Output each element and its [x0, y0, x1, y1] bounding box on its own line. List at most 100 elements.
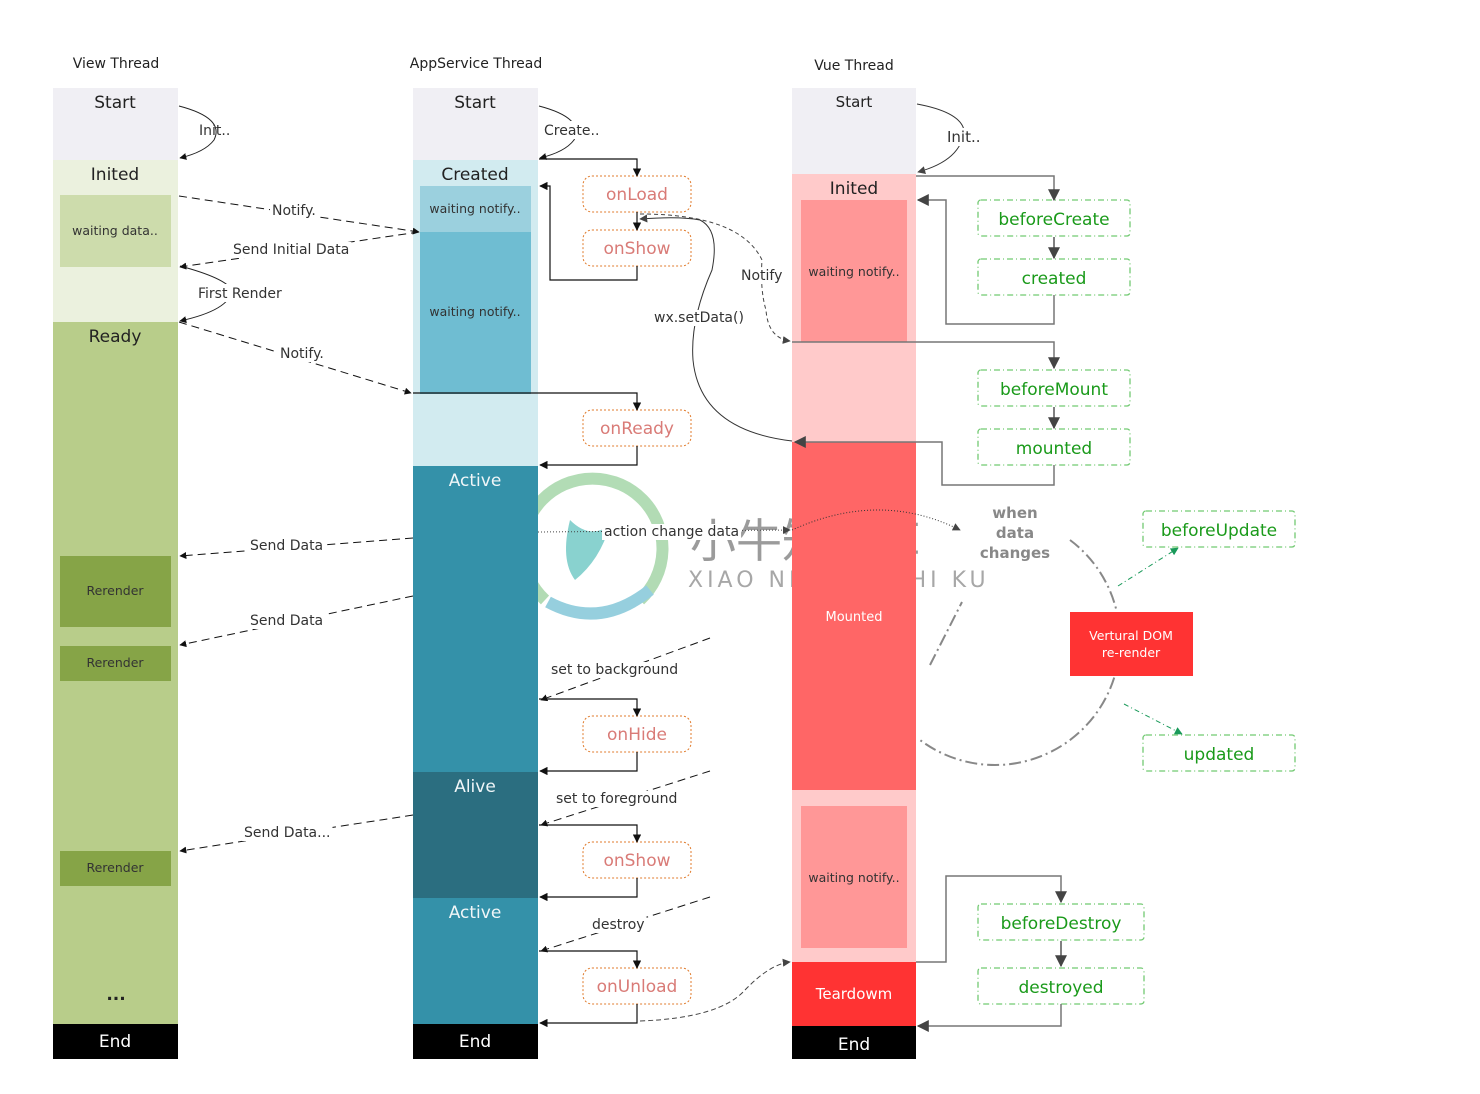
- vue-hook-label: updated: [1184, 745, 1255, 765]
- hook-label: onHide: [607, 725, 667, 745]
- app-start-label: Start: [454, 93, 496, 113]
- view-inited-label: Inited: [91, 165, 139, 185]
- vue-hook-before-destroy: beforeDestroy: [977, 903, 1145, 941]
- message-label-text: wx.setData(): [654, 310, 744, 326]
- onload-connector: [539, 158, 642, 177]
- vue-hook-mounted: mounted: [977, 428, 1131, 466]
- notify-label: Notify.: [270, 203, 318, 219]
- send-data-label: Send Data: [248, 613, 326, 629]
- set-to-foreground-label: set to foreground: [554, 791, 680, 807]
- destroy-label: destroy: [590, 917, 647, 933]
- vue-hook-before-update: beforeUpdate: [1142, 510, 1296, 548]
- data-label: data: [996, 524, 1034, 542]
- hook-onhide: onHide: [582, 715, 692, 753]
- onhide-return-connector: [539, 752, 638, 776]
- app-active-label: Active: [449, 903, 502, 923]
- message-label-text: Send Data: [250, 613, 323, 629]
- vdom-label-2: re-render: [1102, 645, 1161, 660]
- vue-inited-label: Inited: [830, 179, 878, 199]
- vue-waiting-label: waiting notify..: [808, 870, 899, 885]
- destroyed-return-connector: [916, 1004, 1062, 1032]
- app-create-label: Create..: [544, 123, 599, 139]
- vue-hook-label: beforeUpdate: [1161, 521, 1277, 541]
- notify-vue-label: Notify: [739, 268, 785, 284]
- message-label-text: Send Data: [250, 538, 323, 554]
- app-created-label: Created: [441, 165, 508, 185]
- view-thread-column: Start Inited waiting data.. Ready Rerend…: [53, 88, 282, 1059]
- view-init-label: Init..: [199, 123, 230, 139]
- onshow2-return-connector: [539, 878, 638, 902]
- app-waiting-label: waiting notify..: [429, 201, 520, 216]
- app-waiting-label: waiting notify..: [429, 304, 520, 319]
- view-ready-label: Ready: [89, 327, 142, 347]
- view-rerender-label: Rerender: [86, 655, 144, 670]
- onshow2-connector: [539, 824, 642, 843]
- message-label-text: Notify.: [272, 203, 316, 219]
- updated-arrow: [1123, 703, 1183, 735]
- vue-hook-destroyed: destroyed: [977, 967, 1145, 1005]
- before-update-arrow: [1117, 547, 1179, 587]
- vue-hook-label: beforeDestroy: [1001, 914, 1122, 934]
- message-label-text: Send Data...: [244, 825, 331, 841]
- vue-hook-before-create: beforeCreate: [977, 199, 1131, 237]
- vdom-label-1: Vertural DOM: [1089, 628, 1173, 643]
- send-data-label: Send Data...: [242, 825, 333, 841]
- hook-onready: onReady: [582, 409, 692, 447]
- set-data-label: wx.setData(): [652, 310, 746, 326]
- view-rerender-label: Rerender: [86, 583, 144, 598]
- lifecycle-diagram: 小牛知识库 XIAO NIU ZHI SHI KU View Thread Ap…: [53, 56, 1296, 1059]
- changes-label: changes: [980, 544, 1050, 562]
- vue-thread-column: Start Inited waiting notify.. Mounted wa…: [792, 88, 1296, 1059]
- vue-thread-title: Vue Thread: [814, 58, 894, 74]
- notify-ready-label: Notify.: [278, 346, 326, 362]
- app-state-active: [413, 466, 538, 772]
- message-label-text: Send Initial Data: [233, 242, 349, 258]
- message-label-text: set to background: [551, 662, 678, 678]
- view-start-label: Start: [94, 93, 136, 113]
- message-label-text: Notify: [741, 268, 782, 284]
- view-waiting-label: waiting data..: [72, 223, 158, 238]
- when-label: when: [992, 504, 1037, 522]
- view-end-label: End: [99, 1032, 131, 1052]
- app-end-label: End: [459, 1032, 491, 1052]
- vue-init-label: Init..: [947, 128, 981, 146]
- message-label-text: Notify.: [280, 346, 324, 362]
- watermark: 小牛知识库 XIAO NIU ZHI SHI KU: [516, 472, 986, 620]
- hook-label: onShow: [603, 239, 670, 259]
- update-cycle-segment: [929, 601, 963, 666]
- first-render-label: First Render: [198, 286, 282, 302]
- vue-hook-label: created: [1022, 269, 1087, 289]
- vue-hook-created: created: [977, 258, 1131, 296]
- view-thread-title: View Thread: [73, 56, 160, 72]
- watermark-logo-icon: [516, 472, 669, 620]
- hook-onload: onLoad: [582, 175, 692, 213]
- hook-onshow: onShow: [582, 229, 692, 267]
- app-alive-label: Alive: [454, 777, 496, 797]
- app-active-label: Active: [449, 471, 502, 491]
- vue-hook-label: mounted: [1016, 439, 1092, 459]
- view-rerender-label: Rerender: [86, 860, 144, 875]
- hook-onunload: onUnload: [582, 967, 692, 1005]
- hook-onshow: onShow: [582, 841, 692, 879]
- onunload-connector: [539, 950, 642, 969]
- vue-hook-before-mount: beforeMount: [977, 369, 1131, 407]
- vue-mounted-label: Mounted: [826, 610, 883, 625]
- hook-label: onUnload: [597, 977, 678, 997]
- vue-hook-label: beforeCreate: [998, 210, 1109, 230]
- appservice-thread-title: AppService Thread: [410, 56, 543, 72]
- set-to-background-label: set to background: [549, 662, 681, 678]
- hook-label: onReady: [600, 419, 674, 439]
- vue-end-label: End: [838, 1035, 870, 1055]
- onunload-return-connector: [539, 1004, 638, 1028]
- appservice-thread-column: Start Created waiting notify.. waiting n…: [413, 88, 692, 1059]
- message-label-text: destroy: [592, 917, 645, 933]
- vdom-rerender-box: [1070, 612, 1193, 676]
- hook-label: onShow: [603, 851, 670, 871]
- vue-hook-updated: updated: [1142, 734, 1296, 772]
- hook-label: onLoad: [606, 185, 668, 205]
- onhide-connector: [539, 698, 642, 717]
- vue-start-label: Start: [836, 93, 873, 111]
- view-ellipsis: ...: [106, 985, 125, 1005]
- vue-hook-label: destroyed: [1018, 978, 1103, 998]
- vue-teardown-label: Teardowm: [815, 985, 893, 1003]
